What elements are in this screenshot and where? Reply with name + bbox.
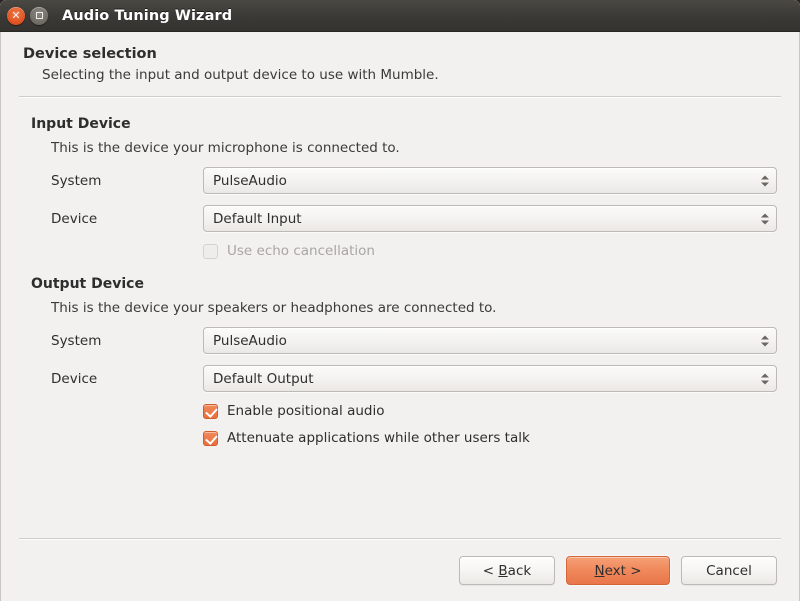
audio-tuning-wizard-window: ✕ Audio Tuning Wizard Device selection S… (0, 0, 800, 601)
echo-cancellation-label: Use echo cancellation (227, 243, 375, 259)
output-device-row: Device Default Output (23, 365, 777, 392)
next-button[interactable]: Next > (566, 556, 670, 585)
attenuate-applications-label: Attenuate applications while other users… (227, 430, 530, 446)
positional-audio-label: Enable positional audio (227, 403, 385, 419)
next-button-label: Next > (594, 562, 642, 579)
output-system-value: PulseAudio (213, 332, 287, 349)
input-device-title: Input Device (31, 116, 131, 132)
page-title: Device selection (23, 46, 157, 62)
input-device-value: Default Input (213, 210, 302, 227)
input-system-select[interactable]: PulseAudio (203, 167, 777, 194)
page-subtitle: Selecting the input and output device to… (42, 67, 439, 83)
footer: < Back Next > Cancel (1, 538, 799, 601)
back-button-label: < Back (482, 562, 532, 579)
chevron-updown-icon[interactable] (761, 213, 769, 224)
output-system-label: System (51, 332, 102, 349)
output-system-row: System PulseAudio (23, 327, 777, 354)
output-device-value: Default Output (213, 370, 314, 387)
chevron-updown-icon[interactable] (761, 335, 769, 346)
maximize-icon[interactable] (30, 6, 48, 25)
output-device-group: Output Device This is the device your sp… (23, 276, 777, 446)
close-icon[interactable]: ✕ (7, 6, 25, 25)
input-device-description: This is the device your microphone is co… (51, 140, 400, 156)
footer-divider (19, 538, 781, 539)
close-glyph: ✕ (11, 9, 21, 22)
cancel-button[interactable]: Cancel (681, 556, 777, 585)
input-device-group: Input Device This is the device your mic… (23, 116, 777, 259)
output-device-description: This is the device your speakers or head… (51, 300, 497, 316)
echo-cancellation-checkbox (203, 243, 218, 259)
output-device-label: Device (51, 370, 98, 387)
positional-audio-row: Enable positional audio (23, 403, 777, 419)
input-device-row: Device Default Input (23, 205, 777, 232)
chevron-updown-icon[interactable] (761, 373, 769, 384)
echo-cancellation-row: Use echo cancellation (23, 243, 777, 259)
positional-audio-checkbox[interactable] (203, 403, 218, 419)
back-button[interactable]: < Back (459, 556, 555, 585)
maximize-glyph (35, 12, 43, 19)
attenuate-applications-row: Attenuate applications while other users… (23, 430, 777, 446)
input-device-label: Device (51, 210, 98, 227)
window-content: Device selection Selecting the input and… (0, 32, 800, 601)
window-title: Audio Tuning Wizard (62, 7, 233, 24)
main-panel: Input Device This is the device your mic… (1, 97, 799, 538)
chevron-updown-icon[interactable] (761, 175, 769, 186)
input-device-select[interactable]: Default Input (203, 205, 777, 232)
input-system-label: System (51, 172, 102, 189)
input-system-value: PulseAudio (213, 172, 287, 189)
input-system-row: System PulseAudio (23, 167, 777, 194)
button-row: < Back Next > Cancel (19, 556, 781, 585)
page-header: Device selection Selecting the input and… (1, 32, 799, 83)
output-device-select[interactable]: Default Output (203, 365, 777, 392)
output-device-title: Output Device (31, 276, 144, 292)
output-system-select[interactable]: PulseAudio (203, 327, 777, 354)
attenuate-applications-checkbox[interactable] (203, 430, 218, 446)
cancel-button-label: Cancel (706, 562, 752, 579)
title-bar: ✕ Audio Tuning Wizard (0, 0, 800, 32)
